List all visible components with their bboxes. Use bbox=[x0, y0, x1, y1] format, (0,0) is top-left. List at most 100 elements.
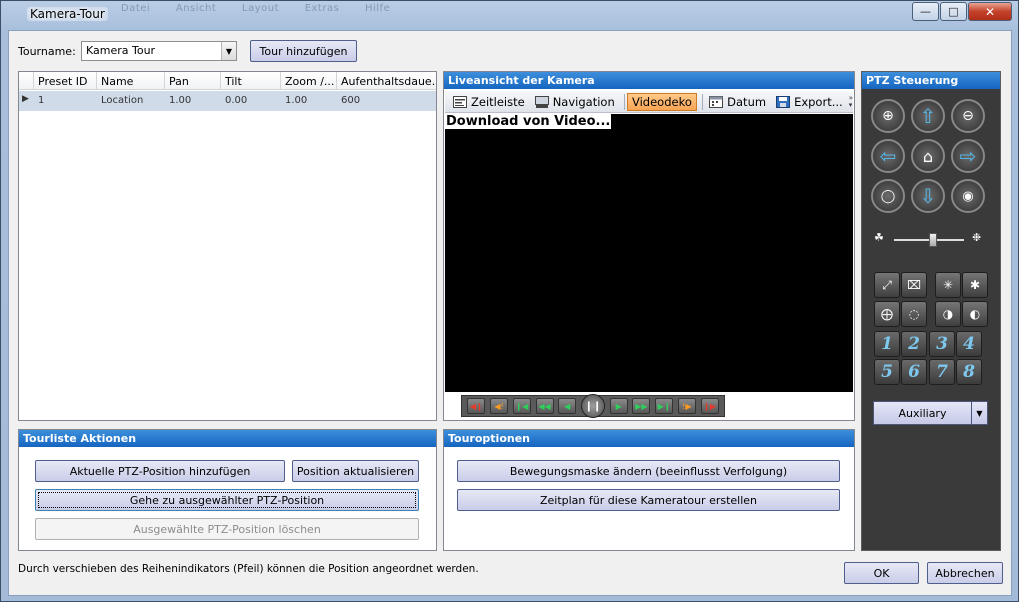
close-button[interactable]: ✕ bbox=[968, 2, 1012, 21]
ok-button[interactable]: OK bbox=[844, 562, 919, 584]
fast-forward-icon[interactable]: ▶▶ bbox=[632, 398, 651, 414]
tourlist-actions-panel: Tourliste Aktionen Aktuelle PTZ-Position… bbox=[18, 429, 437, 551]
speed-slider[interactable]: ☘ ❉ bbox=[874, 231, 986, 247]
preset-7-button[interactable]: 7 bbox=[929, 359, 955, 385]
next-marker-icon[interactable]: !▶ bbox=[677, 398, 696, 414]
grid-header: Preset ID Name Pan Tilt Zoom /... Aufent… bbox=[19, 72, 436, 90]
ptz-dpad: ⊕ ⇧ ⊖ ⇦ ⌂ ⇨ ◯ ⇩ ◉ bbox=[871, 99, 985, 213]
toolbar-overflow-icon[interactable]: » ▾ bbox=[849, 94, 853, 109]
next-frame-icon[interactable]: ▶❙ bbox=[655, 398, 674, 414]
delete-selected-position-button[interactable]: Ausgewählte PTZ-Position löschen bbox=[35, 518, 419, 540]
iris-open-icon[interactable]: ⨁ bbox=[874, 301, 900, 327]
brightness-up-icon[interactable]: ◑ bbox=[935, 301, 961, 327]
tourname-select[interactable]: Kamera Tour ▼ bbox=[81, 41, 237, 61]
pause-icon[interactable]: ❙❙ bbox=[580, 394, 605, 418]
title-bar[interactable]: Datei Ansicht Layout Extras Hilfe Kamera… bbox=[1, 1, 1018, 29]
minimize-button[interactable]: — bbox=[912, 2, 939, 21]
arrow-up-icon[interactable]: ⇧ bbox=[911, 99, 945, 133]
date-label: Datum bbox=[727, 94, 767, 109]
prev-frame-icon[interactable]: ❙◀ bbox=[512, 398, 531, 414]
preset-3-button[interactable]: 3 bbox=[929, 331, 955, 357]
unlock-icon[interactable]: ◯ bbox=[871, 179, 905, 213]
column-header[interactable]: Preset ID bbox=[34, 72, 97, 89]
background-menu: Datei Ansicht Layout Extras Hilfe bbox=[121, 3, 412, 14]
table-row[interactable]: ▶ 1 Location 1.00 0.00 1.00 600 bbox=[19, 91, 436, 111]
save-icon bbox=[776, 95, 791, 108]
ptz-header: PTZ Steuerung bbox=[862, 72, 1000, 89]
bg-menu-item: Extras bbox=[304, 3, 340, 14]
export-button[interactable]: Export... bbox=[772, 93, 847, 111]
add-current-position-button[interactable]: Aktuelle PTZ-Position hinzufügen bbox=[35, 460, 285, 482]
tourlist-actions-header: Tourliste Aktionen bbox=[19, 430, 436, 447]
export-label: Export... bbox=[794, 94, 843, 109]
tour-options-panel: Touroptionen Bewegungsmaske ändern (beei… bbox=[443, 429, 855, 551]
focus-far-icon[interactable]: ✳ bbox=[935, 272, 961, 298]
rewind-icon[interactable]: ◀◀ bbox=[535, 398, 554, 414]
videodeko-button[interactable]: Videodeko bbox=[627, 92, 697, 111]
zoom-in-icon[interactable]: ⊕ bbox=[871, 99, 905, 133]
preset-2-button[interactable]: 2 bbox=[901, 331, 927, 357]
update-position-button[interactable]: Position aktualisieren bbox=[292, 460, 419, 482]
column-header[interactable]: Pan bbox=[165, 72, 221, 89]
column-header[interactable]: Aufenthaltsdaue... bbox=[337, 72, 436, 89]
tourname-label: Tourname: bbox=[18, 45, 76, 58]
cell-zoom: 1.00 bbox=[285, 95, 308, 106]
preset-1-button[interactable]: 1 bbox=[874, 331, 900, 357]
timeline-icon bbox=[453, 95, 467, 108]
chevron-down-icon[interactable]: ▼ bbox=[971, 402, 987, 424]
preset-4-button[interactable]: 4 bbox=[956, 331, 982, 357]
focus-near-icon[interactable]: ✱ bbox=[962, 272, 988, 298]
brightness-down-icon[interactable]: ◐ bbox=[962, 301, 988, 327]
bg-menu-item: Hilfe bbox=[364, 3, 391, 14]
rabbit-icon: ❉ bbox=[972, 231, 982, 244]
cell-name: Location bbox=[101, 95, 144, 106]
home-icon[interactable]: ⌂ bbox=[911, 139, 945, 173]
goto-selected-position-button[interactable]: Gehe zu ausgewählter PTZ-Position bbox=[35, 489, 419, 511]
auxiliary-dropdown[interactable]: Auxiliary ▼ bbox=[873, 401, 988, 425]
cancel-button[interactable]: Abbrechen bbox=[927, 562, 1003, 584]
maximize-button[interactable]: □ bbox=[940, 2, 967, 21]
slider-thumb[interactable] bbox=[928, 233, 937, 247]
bg-menu-item: Layout bbox=[242, 3, 279, 14]
motion-mask-button[interactable]: Bewegungsmaske ändern (beeinflusst Verfo… bbox=[457, 460, 840, 482]
iris-close-icon[interactable]: ◌ bbox=[901, 301, 927, 327]
arrow-left-icon[interactable]: ⇦ bbox=[871, 139, 905, 173]
column-header[interactable]: Name bbox=[97, 72, 165, 89]
videodeko-label: Videodeko bbox=[632, 94, 692, 109]
arrow-right-icon[interactable]: ⇨ bbox=[951, 139, 985, 173]
collapse-icon[interactable]: ⌧ bbox=[901, 272, 927, 298]
status-text: Durch verschieben des Reihenindikators (… bbox=[18, 563, 479, 575]
row-indicator-arrow-icon[interactable]: ▶ bbox=[19, 91, 34, 111]
turtle-icon: ☘ bbox=[874, 231, 884, 244]
bg-menu-item: Ansicht bbox=[175, 3, 217, 14]
play-icon[interactable]: ▶ bbox=[609, 398, 628, 414]
play-back-icon[interactable]: ◀ bbox=[558, 398, 577, 414]
column-header[interactable]: Tilt bbox=[221, 72, 281, 89]
preset-grid[interactable]: Preset ID Name Pan Tilt Zoom /... Aufent… bbox=[18, 71, 437, 421]
cell-stay-duration: 600 bbox=[341, 95, 361, 106]
chevron-down-icon[interactable]: ▼ bbox=[221, 42, 236, 60]
auxiliary-label: Auxiliary bbox=[898, 406, 947, 420]
preset-8-button[interactable]: 8 bbox=[956, 359, 982, 385]
lock-icon[interactable]: ◉ bbox=[951, 179, 985, 213]
playback-controls: ◀❙ ◀! ❙◀ ◀◀ ◀ ❙❙ ▶ ▶▶ ▶❙ !▶ ❙▶ bbox=[461, 394, 725, 418]
ptz-controls: ⊕ ⇧ ⊖ ⇦ ⌂ ⇨ ◯ ⇩ ◉ ☘ ❉ ⤢ ⌧ ✳ ✱ ⨁ ◌ ◑ ◐ 1 … bbox=[862, 90, 1000, 550]
skip-start-icon[interactable]: ◀❙ bbox=[467, 398, 486, 414]
row-indicator-header bbox=[19, 72, 34, 89]
zoom-out-icon[interactable]: ⊖ bbox=[951, 99, 985, 133]
navigation-button[interactable]: Navigation bbox=[531, 93, 619, 111]
schedule-button[interactable]: Zeitplan für diese Kameratour erstellen bbox=[457, 489, 840, 511]
timeline-label: Zeitleiste bbox=[471, 94, 525, 109]
arrow-down-icon[interactable]: ⇩ bbox=[911, 179, 945, 213]
add-tour-button[interactable]: Tour hinzufügen bbox=[250, 40, 357, 62]
prev-marker-icon[interactable]: ◀! bbox=[490, 398, 509, 414]
preset-5-button[interactable]: 5 bbox=[874, 359, 900, 385]
timeline-button[interactable]: Zeitleiste bbox=[449, 93, 529, 111]
preset-6-button[interactable]: 6 bbox=[901, 359, 927, 385]
cell-pan: 1.00 bbox=[169, 95, 192, 106]
column-header[interactable]: Zoom /... bbox=[281, 72, 337, 89]
video-display[interactable]: Download von Video... bbox=[445, 114, 853, 392]
skip-end-icon[interactable]: ❙▶ bbox=[700, 398, 719, 414]
date-button[interactable]: Datum bbox=[705, 93, 770, 111]
expand-icon[interactable]: ⤢ bbox=[874, 272, 900, 298]
